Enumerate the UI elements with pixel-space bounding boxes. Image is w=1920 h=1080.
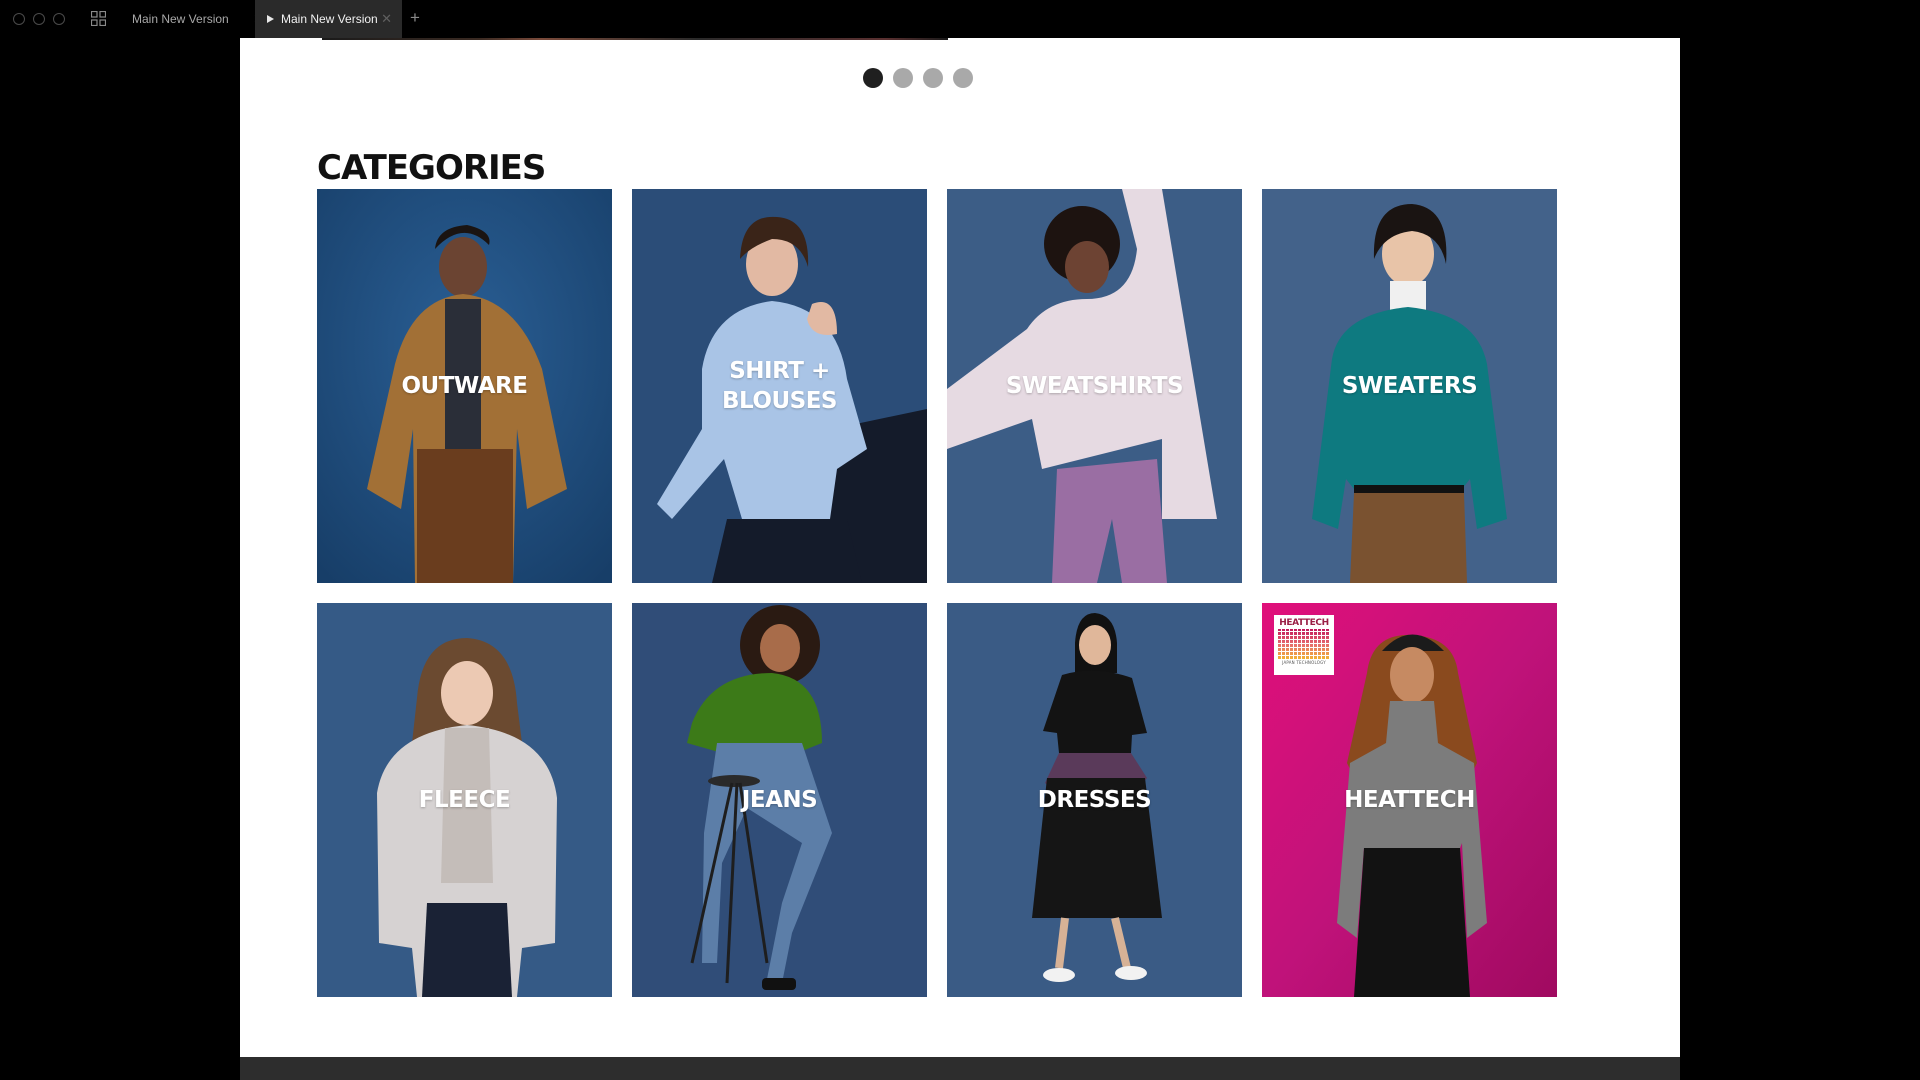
tab-label: Main New Version — [132, 12, 229, 26]
window-minimize-dot[interactable] — [33, 13, 45, 25]
category-card-sweatshirts[interactable]: SWEATSHIRTS — [947, 189, 1242, 583]
prototype-toolbar: Main New Version ✕ Main New Version ✕ + — [0, 0, 1920, 38]
category-label: HEATTECH — [1344, 787, 1475, 813]
carousel-dot-1[interactable] — [863, 68, 883, 88]
carousel-dot-2[interactable] — [893, 68, 913, 88]
tab-close-icon[interactable]: ✕ — [381, 0, 392, 38]
window-zoom-dot[interactable] — [53, 13, 65, 25]
prototype-page: CATEGORIES OUTWARE SHIRT + BLOUSES SWEAT… — [240, 38, 1680, 1080]
category-card-sweaters[interactable]: SWEATERS — [1262, 189, 1557, 583]
category-label: SHIRT + BLOUSES — [722, 358, 837, 414]
category-card-outware[interactable]: OUTWARE — [317, 189, 612, 583]
grid-icon[interactable] — [91, 11, 106, 26]
category-label: OUTWARE — [401, 373, 528, 399]
footer-bar — [240, 1057, 1680, 1080]
new-tab-button[interactable]: + — [410, 0, 420, 38]
category-card-jeans[interactable]: JEANS — [632, 603, 927, 997]
carousel-dot-4[interactable] — [953, 68, 973, 88]
window-close-dot[interactable] — [13, 13, 25, 25]
tab-label: Main New Version — [281, 12, 378, 26]
hero-banner-image-edge — [322, 38, 948, 40]
category-label: FLEECE — [418, 787, 511, 813]
carousel-dot-3[interactable] — [923, 68, 943, 88]
play-icon — [267, 14, 274, 23]
category-card-heattech[interactable]: HEATTECH JAPAN TECHNOLOGY HEATTECH — [1262, 603, 1557, 997]
category-label: DRESSES — [1037, 787, 1152, 813]
tab-main-new-version[interactable]: Main New Version ✕ — [120, 0, 264, 38]
category-label: SWEATSHIRTS — [1005, 373, 1184, 399]
category-label: SWEATERS — [1341, 373, 1478, 399]
tab-main-new-version-active[interactable]: Main New Version ✕ — [255, 0, 402, 38]
category-card-dresses[interactable]: DRESSES — [947, 603, 1242, 997]
category-card-shirt-blouses[interactable]: SHIRT + BLOUSES — [632, 189, 927, 583]
category-label: JEANS — [741, 787, 818, 813]
category-card-fleece[interactable]: FLEECE — [317, 603, 612, 997]
categories-heading: CATEGORIES — [317, 148, 546, 188]
